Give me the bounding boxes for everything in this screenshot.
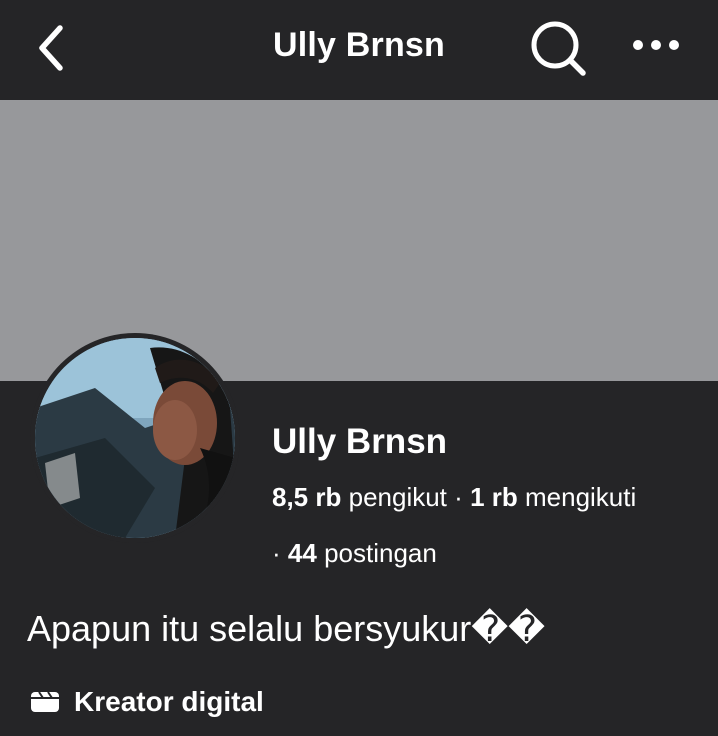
profile-name: Ully Brnsn xyxy=(272,422,448,461)
stats-separator: · xyxy=(454,482,463,512)
search-icon xyxy=(531,21,586,76)
search-button[interactable] xyxy=(527,20,589,78)
page-title: Ully Brnsn xyxy=(272,26,446,64)
more-horizontal-icon xyxy=(633,40,679,50)
following-link[interactable]: 1 rb mengikuti xyxy=(470,482,636,512)
clapperboard-icon xyxy=(31,691,59,712)
more-options-button[interactable] xyxy=(628,30,684,60)
top-app-bar: Ully Brnsn xyxy=(0,0,718,100)
following-count: 1 rb xyxy=(470,482,518,512)
followers-label: pengikut xyxy=(348,482,447,512)
profile-stats-posts: · 44 postingan xyxy=(272,538,437,569)
profile-category: Kreator digital xyxy=(30,686,264,718)
avatar[interactable] xyxy=(35,338,235,538)
avatar-photo xyxy=(35,338,235,538)
followers-count: 8,5 rb xyxy=(272,482,342,512)
posts-label: postingan xyxy=(324,538,437,568)
following-label: mengikuti xyxy=(524,482,637,512)
profile-bio: Apapun itu selalu bersyukur�� xyxy=(27,608,546,649)
stats-separator: · xyxy=(272,538,281,568)
posts-count: 44 xyxy=(287,538,317,568)
profile-stats: 8,5 rb pengikut · 1 rb mengikuti xyxy=(272,482,636,513)
category-label: Kreator digital xyxy=(74,686,264,717)
followers-link[interactable]: 8,5 rb pengikut xyxy=(272,482,447,512)
